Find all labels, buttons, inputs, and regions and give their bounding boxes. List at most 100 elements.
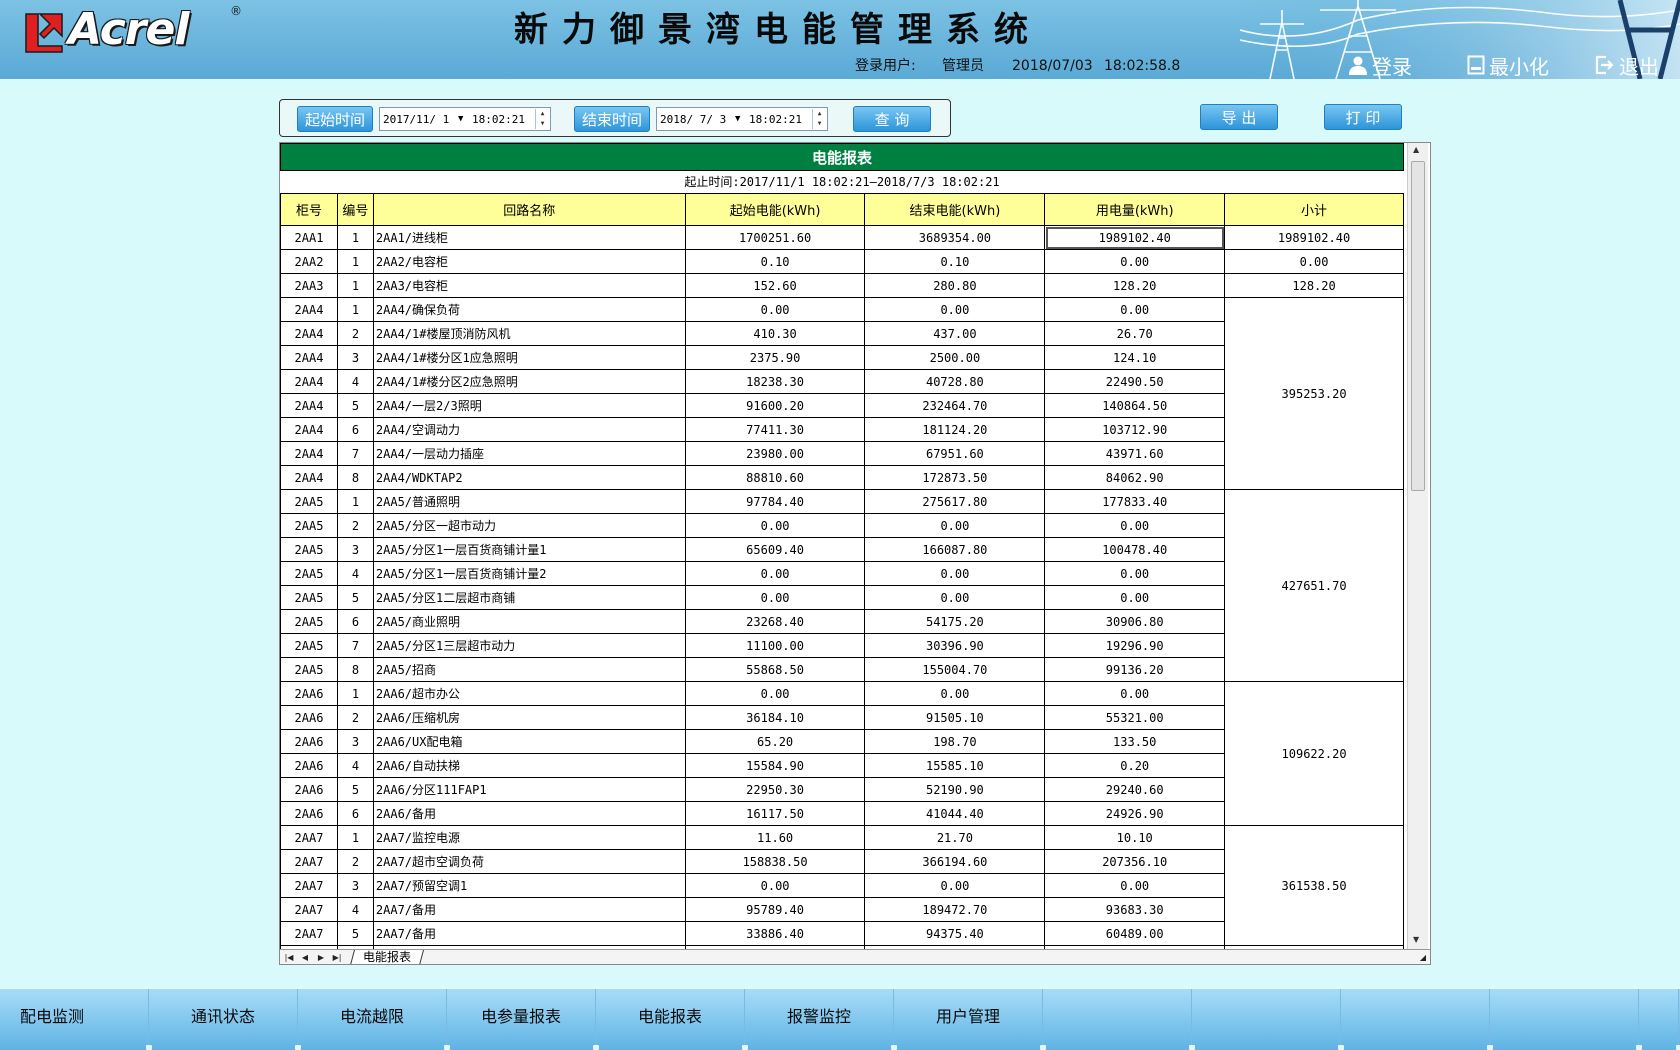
cell-end-energy[interactable]: 52190.90 — [864, 777, 1046, 802]
cell-end-energy[interactable]: 155004.70 — [864, 657, 1046, 682]
cell-subtotal[interactable]: 361538.50 — [1224, 825, 1404, 946]
cell-cabinet-no[interactable]: 2AA5 — [280, 489, 338, 514]
cell-start-energy[interactable]: 65609.40 — [684, 537, 866, 562]
cell-cabinet-no[interactable]: 2AA5 — [280, 537, 338, 562]
cell-start-energy[interactable]: 158838.50 — [684, 849, 866, 874]
nav-item-comm-status[interactable]: 通讯状态 — [149, 989, 301, 1050]
vertical-scrollbar[interactable]: ▲ ▼ — [1407, 143, 1428, 949]
cell-start-energy[interactable]: 22950.30 — [684, 777, 866, 802]
cell-circuit-no[interactable]: 2 — [336, 321, 374, 346]
nav-item-current-limit[interactable]: 电流越限 — [298, 989, 450, 1050]
cell-circuit-no[interactable]: 3 — [336, 729, 374, 754]
last-sheet-icon[interactable]: ▶| — [330, 951, 344, 964]
cell-circuit-name[interactable]: 2AA4/空调动力 — [372, 417, 686, 442]
cell-circuit-no[interactable]: 5 — [336, 921, 374, 946]
cell-circuit-no[interactable]: 7 — [336, 633, 374, 658]
scrollbar-thumb[interactable] — [1411, 161, 1425, 491]
cell-cabinet-no[interactable]: 2AA4 — [280, 465, 338, 490]
cell-consumption[interactable]: 93683.30 — [1044, 897, 1226, 922]
cell-circuit-no[interactable]: 1 — [336, 825, 374, 850]
cell-consumption[interactable]: 29240.60 — [1044, 777, 1226, 802]
cell-start-energy[interactable]: 88810.60 — [684, 465, 866, 490]
cell-circuit-no[interactable]: 5 — [336, 393, 374, 418]
cell-consumption[interactable]: 207356.10 — [1044, 849, 1226, 874]
cell-consumption[interactable]: 0.00 — [1044, 561, 1226, 586]
cell-end-energy[interactable]: 0.00 — [864, 513, 1046, 538]
cell-circuit-name[interactable]: 2AA1/进线柜 — [372, 225, 686, 250]
cell-consumption[interactable]: 24926.90 — [1044, 801, 1226, 826]
cell-end-energy[interactable]: 275617.80 — [864, 489, 1046, 514]
cell-consumption[interactable]: 55321.00 — [1044, 705, 1226, 730]
cell-circuit-name[interactable]: 2AA5/商业照明 — [372, 609, 686, 634]
cell-subtotal[interactable]: 395253.20 — [1224, 297, 1404, 490]
cell-circuit-no[interactable]: 2 — [336, 513, 374, 538]
cell-end-energy[interactable]: 0.00 — [864, 585, 1046, 610]
print-button[interactable]: 打 印 — [1324, 104, 1402, 130]
cell-end-energy[interactable]: 2500.00 — [864, 345, 1046, 370]
cell-end-energy[interactable]: 437.00 — [864, 321, 1046, 346]
nav-item-energy-report[interactable]: 电能报表 — [596, 989, 748, 1050]
cell-circuit-name[interactable]: 2AA7/超市空调负荷 — [372, 849, 686, 874]
cell-circuit-no[interactable]: 6 — [336, 417, 374, 442]
cell-circuit-name[interactable]: 2AA4/确保负荷 — [372, 297, 686, 322]
cell-end-energy[interactable]: 54175.20 — [864, 609, 1046, 634]
cell-consumption[interactable]: 100478.40 — [1044, 537, 1226, 562]
cell-circuit-name[interactable]: 2AA6/备用 — [372, 801, 686, 826]
cell-consumption[interactable]: 128.20 — [1044, 273, 1226, 298]
cell-consumption[interactable]: 177833.40 — [1044, 489, 1226, 514]
cell-cabinet-no[interactable]: 2AA6 — [280, 753, 338, 778]
cell-start-energy[interactable]: 11100.00 — [684, 633, 866, 658]
end-date-dropdown-icon[interactable]: ▼ — [735, 114, 740, 124]
cell-circuit-name[interactable]: 2AA7/备用 — [372, 897, 686, 922]
cell-circuit-name[interactable]: 2AA6/分区111FAP1 — [372, 777, 686, 802]
cell-consumption[interactable]: 0.00 — [1044, 249, 1226, 274]
cell-consumption[interactable]: 0.00 — [1044, 873, 1226, 898]
cell-circuit-name[interactable]: 2AA5/分区1一层百货商铺计量1 — [372, 537, 686, 562]
cell-cabinet-no[interactable]: 2AA5 — [280, 513, 338, 538]
cell-start-energy[interactable]: 97784.40 — [684, 489, 866, 514]
start-time-spinner-icon[interactable]: ▲ ▼ — [535, 109, 549, 129]
cell-subtotal[interactable]: 128.20 — [1224, 273, 1404, 298]
cell-end-energy[interactable]: 0.10 — [864, 249, 1046, 274]
query-button[interactable]: 查 询 — [853, 106, 931, 132]
cell-circuit-name[interactable]: 2AA7/预留空调1 — [372, 873, 686, 898]
cell-circuit-no[interactable]: 1 — [336, 489, 374, 514]
exit-button[interactable]: 退出 — [1595, 52, 1659, 79]
cell-consumption[interactable]: 0.00 — [1044, 513, 1226, 538]
export-button[interactable]: 导 出 — [1200, 104, 1278, 130]
cell-circuit-name[interactable]: 2AA2/电容柜 — [372, 249, 686, 274]
cell-end-energy[interactable]: 172873.50 — [864, 465, 1046, 490]
cell-cabinet-no[interactable]: 2AA4 — [280, 297, 338, 322]
cell-start-energy[interactable]: 1700251.60 — [684, 225, 866, 250]
table-row[interactable]: 2AA1 1 2AA1/进线柜 1700251.60 3689354.00 1989102… — [280, 225, 1404, 250]
cell-cabinet-no[interactable]: 2AA7 — [280, 849, 338, 874]
cell-start-energy[interactable]: 15584.90 — [684, 753, 866, 778]
cell-circuit-name[interactable]: 2AA3/电容柜 — [372, 273, 686, 298]
cell-start-energy[interactable]: 11.60 — [684, 825, 866, 850]
cell-circuit-no[interactable]: 2 — [336, 849, 374, 874]
cell-subtotal[interactable]: 0.00 — [1224, 249, 1404, 274]
cell-cabinet-no[interactable]: 2AA3 — [280, 273, 338, 298]
cell-consumption[interactable]: 84062.90 — [1044, 465, 1226, 490]
start-date-dropdown-icon[interactable]: ▼ — [458, 114, 463, 124]
cell-circuit-no[interactable]: 5 — [336, 585, 374, 610]
cell-start-energy[interactable]: 18238.30 — [684, 369, 866, 394]
cell-end-energy[interactable]: 94375.40 — [864, 921, 1046, 946]
cell-cabinet-no[interactable]: 2AA4 — [280, 321, 338, 346]
cell-cabinet-no[interactable]: 2AA5 — [280, 585, 338, 610]
cell-consumption[interactable]: 60489.00 — [1044, 921, 1226, 946]
table-row[interactable]: 2AA2 1 2AA2/电容柜 0.10 0.10 0.00 0.00 — [280, 249, 1404, 274]
cell-end-energy[interactable]: 280.80 — [864, 273, 1046, 298]
cell-end-energy[interactable]: 41044.40 — [864, 801, 1046, 826]
cell-consumption[interactable]: 26.70 — [1044, 321, 1226, 346]
cell-circuit-no[interactable]: 5 — [336, 777, 374, 802]
cell-start-energy[interactable]: 0.10 — [684, 249, 866, 274]
cell-start-energy[interactable]: 2375.90 — [684, 345, 866, 370]
cell-consumption[interactable]: 140864.50 — [1044, 393, 1226, 418]
cell-circuit-no[interactable]: 1 — [336, 273, 374, 298]
cell-circuit-no[interactable]: 4 — [336, 369, 374, 394]
prev-sheet-icon[interactable]: ◀ — [298, 951, 312, 964]
cell-subtotal[interactable]: 109622.20 — [1224, 681, 1404, 826]
cell-circuit-name[interactable]: 2AA4/1#楼分区2应急照明 — [372, 369, 686, 394]
cell-cabinet-no[interactable]: 2AA6 — [280, 729, 338, 754]
